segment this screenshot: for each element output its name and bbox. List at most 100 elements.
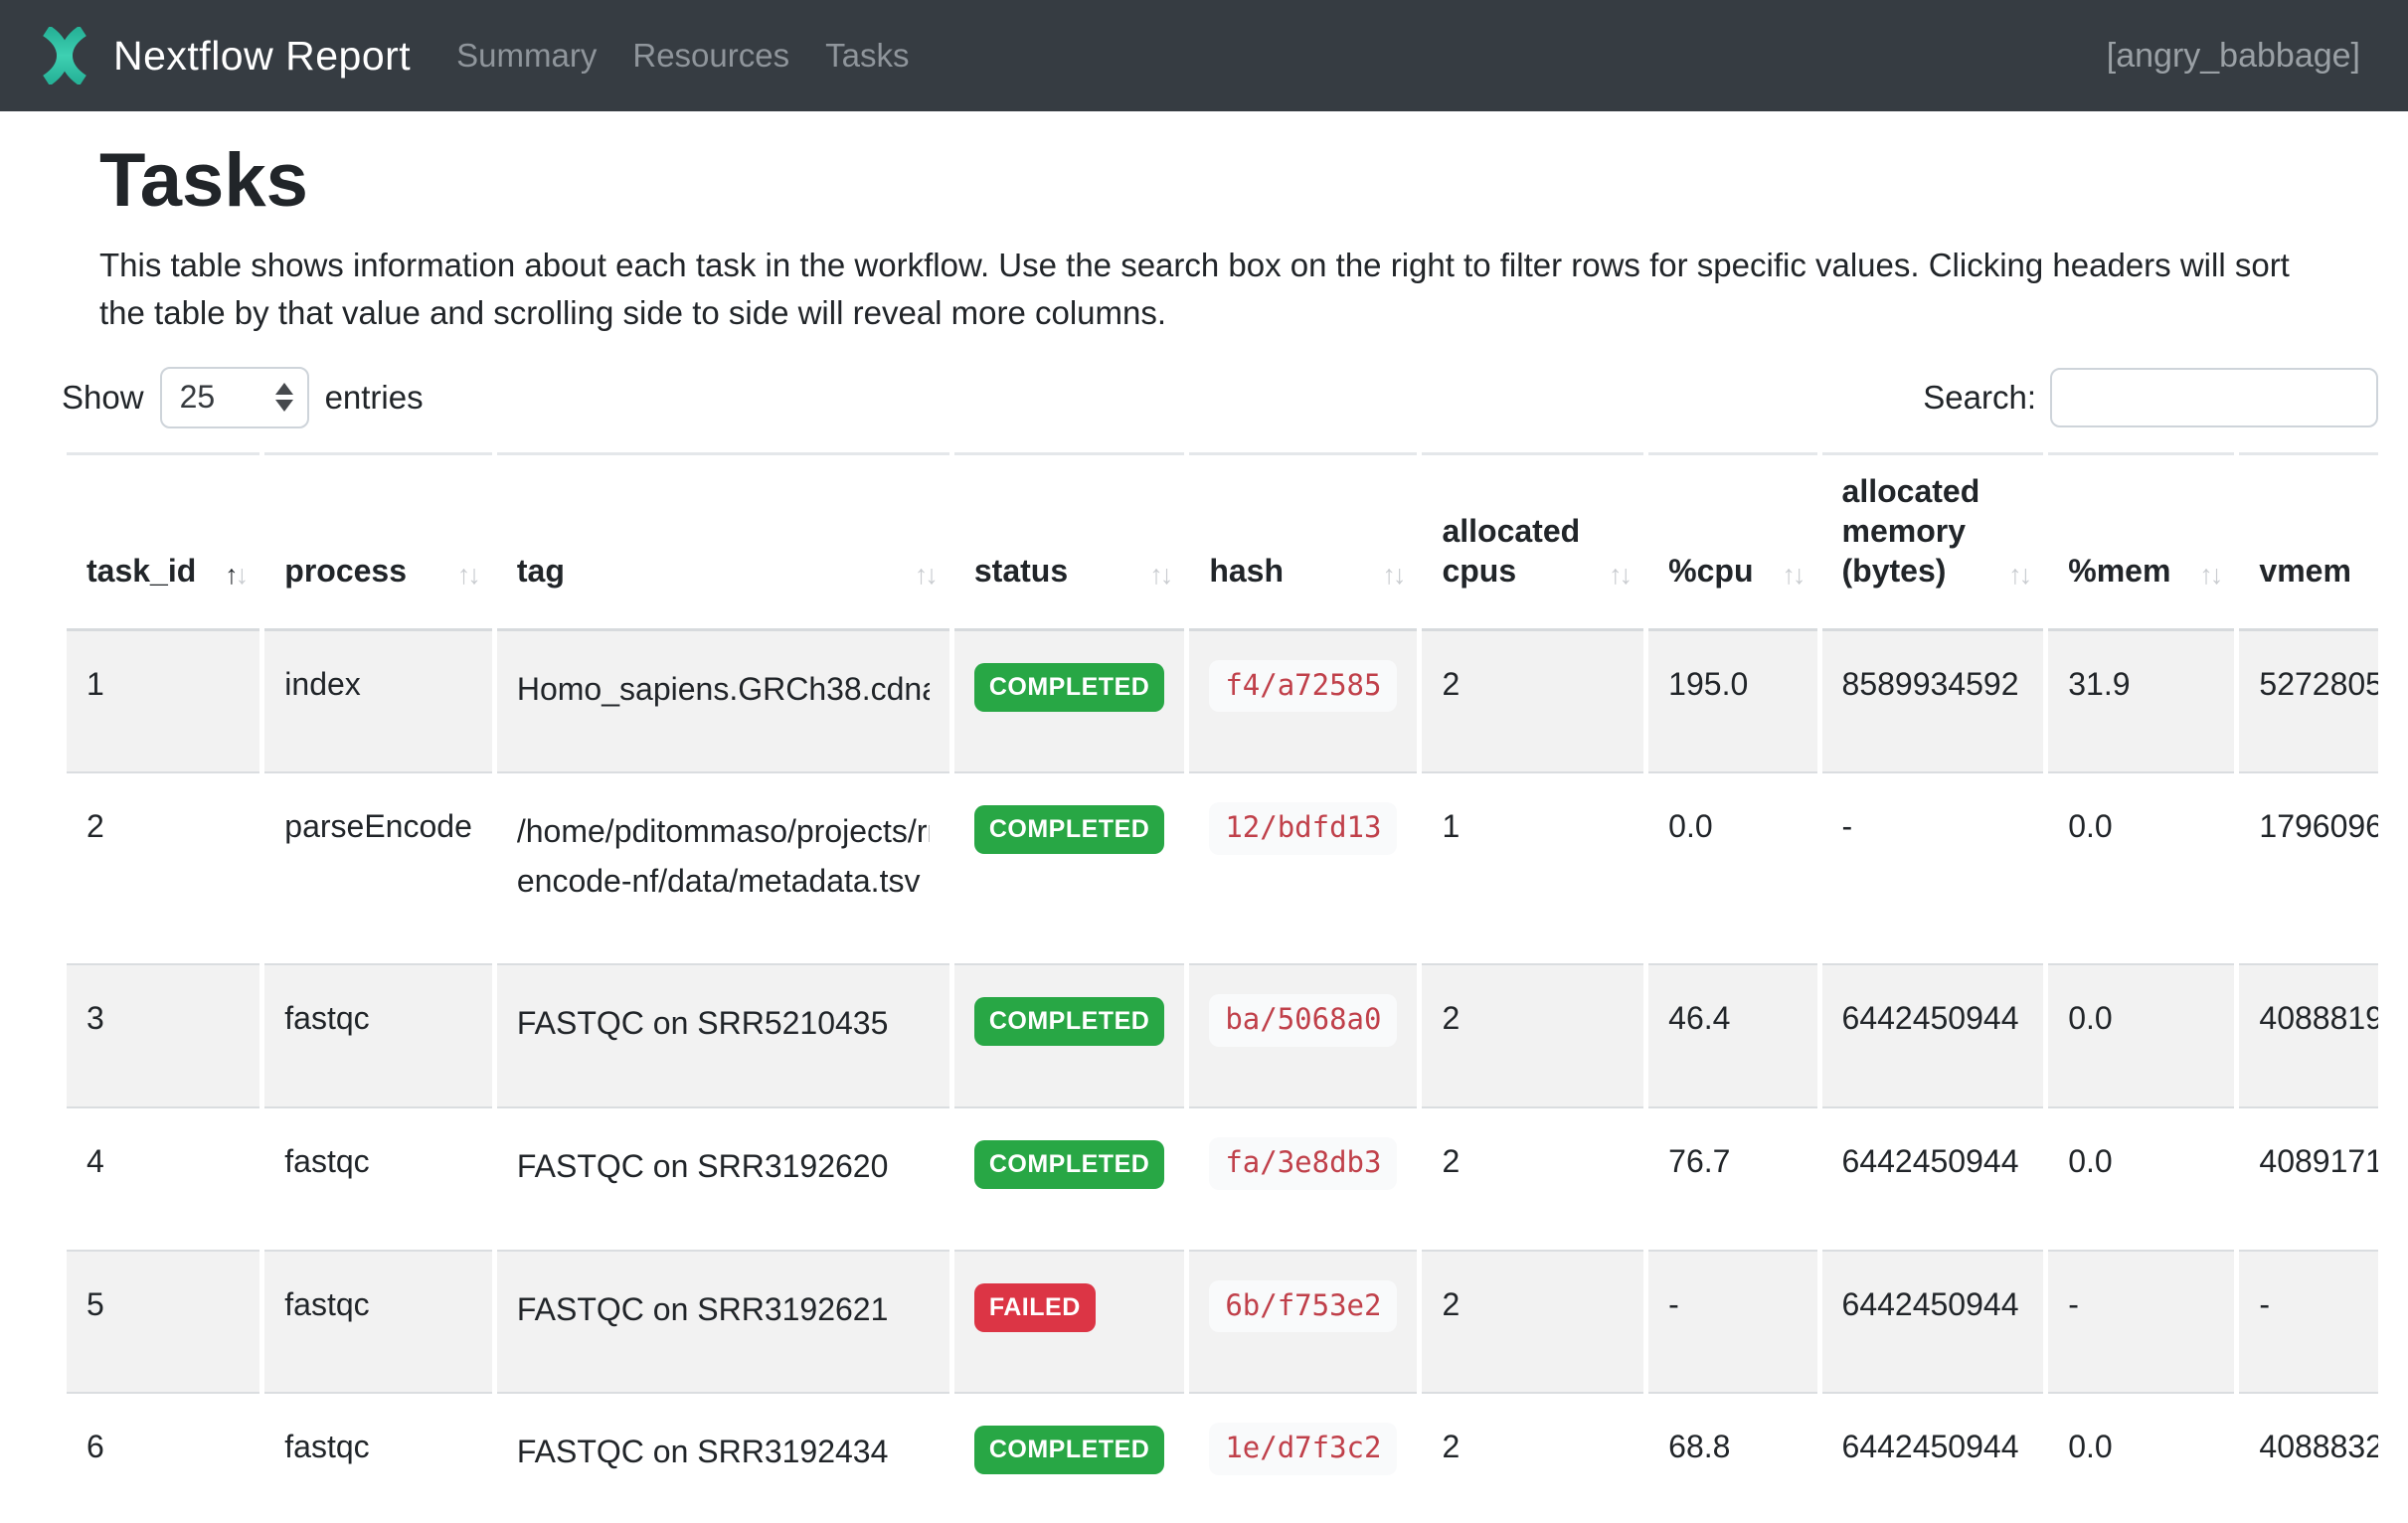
cell-vmem: 17960960 (2239, 773, 2378, 965)
cell-task_id: 6 (67, 1394, 259, 1523)
hash-code: f4/a72585 (1209, 660, 1397, 713)
navbar-brand[interactable]: Nextflow Report (34, 27, 411, 85)
cell-mem: - (1822, 773, 2044, 965)
cell-tag: FASTQC on SRR3192621 (497, 1252, 949, 1395)
sort-icons: ↑↓ (1783, 559, 1804, 592)
column-header-tag[interactable]: tag ↑↓ (497, 452, 949, 631)
cell-process: fastqc (264, 1252, 492, 1395)
tag-text: FASTQC on SRR3192620 (517, 1142, 930, 1192)
column-header-status[interactable]: status ↑↓ (954, 452, 1184, 631)
sort-icons: ↑↓ (915, 559, 936, 592)
nav-item-tasks[interactable]: Tasks (807, 27, 927, 85)
nav-item-resources[interactable]: Resources (614, 27, 807, 85)
column-label: process (284, 553, 407, 589)
cell-tag: FASTQC on SRR5210435 (497, 965, 949, 1108)
cell-tag: /home/pditommaso/projects/rnaseq-encode-… (497, 773, 949, 965)
app-title: Nextflow Report (113, 33, 411, 80)
column-label: hash (1209, 553, 1284, 589)
cell-pcpu: - (1648, 1252, 1816, 1395)
sort-icons: ↑↓ (225, 559, 246, 592)
tasks-table: task_id↑↓process↑↓tag↑↓status↑↓hash↑↓all… (62, 452, 2378, 1523)
column-header-hash[interactable]: hash ↑↓ (1189, 452, 1417, 631)
cell-hash: ba/5068a0 (1189, 965, 1417, 1108)
column-header-process[interactable]: process ↑↓ (264, 452, 492, 631)
sort-icons: ↑↓ (2008, 559, 2029, 592)
column-header-mem[interactable]: allocated memory (bytes) ↑↓ (1822, 452, 2044, 631)
table-controls: Show 25 entries Search: (62, 367, 2378, 428)
cell-mem: 6442450944 (1822, 1394, 2044, 1523)
cell-cpus: 2 (1422, 1394, 1643, 1523)
tag-text: FASTQC on SRR5210435 (517, 999, 930, 1049)
cell-mem: 8589934592 (1822, 631, 2044, 774)
nav-item-summary[interactable]: Summary (438, 27, 614, 85)
cell-task_id: 2 (67, 773, 259, 965)
cell-process: index (264, 631, 492, 774)
status-badge: COMPLETED (974, 805, 1164, 854)
cell-cpus: 2 (1422, 965, 1643, 1108)
column-label: status (974, 553, 1068, 589)
cell-hash: 12/bdfd13 (1189, 773, 1417, 965)
tasks-table-wrapper[interactable]: task_id↑↓process↑↓tag↑↓status↑↓hash↑↓all… (62, 452, 2378, 1523)
page-description: This table shows information about each … (99, 242, 2336, 337)
cell-task_id: 4 (67, 1108, 259, 1252)
tag-text: FASTQC on SRR3192621 (517, 1285, 930, 1335)
table-row: 3fastqcFASTQC on SRR5210435COMPLETEDba/5… (67, 965, 2378, 1108)
cell-pmem: 0.0 (2048, 773, 2234, 965)
column-header-cpus[interactable]: allocated cpus↑↓ (1422, 452, 1643, 631)
cell-pmem: 31.9 (2048, 631, 2234, 774)
cell-pmem: 0.0 (2048, 965, 2234, 1108)
column-header-task_id[interactable]: task_id↑↓ (67, 452, 259, 631)
hash-code: 6b/f753e2 (1209, 1280, 1397, 1333)
cell-process: fastqc (264, 1394, 492, 1523)
status-badge: FAILED (974, 1283, 1096, 1332)
cell-pmem: 0.0 (2048, 1394, 2234, 1523)
table-row: 2parseEncode/home/pditommaso/projects/rn… (67, 773, 2378, 965)
cell-mem: 6442450944 (1822, 965, 2044, 1108)
main-content: Tasks This table shows information about… (0, 137, 2408, 1523)
cell-pcpu: 68.8 (1648, 1394, 1816, 1523)
cell-cpus: 1 (1422, 773, 1643, 965)
hash-code: fa/3e8db3 (1209, 1137, 1397, 1190)
cell-process: fastqc (264, 1108, 492, 1252)
sort-icons: ↑↓ (2199, 559, 2220, 592)
tag-text: FASTQC on SRR3192434 (517, 1428, 930, 1477)
search-input[interactable] (2050, 368, 2378, 427)
column-label: %mem (2068, 553, 2170, 589)
column-label: vmem (2259, 553, 2351, 589)
status-badge: COMPLETED (974, 663, 1164, 712)
column-header-pmem[interactable]: %mem ↑↓ (2048, 452, 2234, 631)
search-control: Search: (1923, 368, 2378, 427)
cell-vmem: - (2239, 1252, 2378, 1395)
top-navbar: Nextflow Report Summary Resources Tasks … (0, 0, 2408, 111)
cell-status: COMPLETED (954, 773, 1184, 965)
cell-status: COMPLETED (954, 1394, 1184, 1523)
cell-hash: 1e/d7f3c2 (1189, 1394, 1417, 1523)
sort-icons: ↑↓ (1149, 559, 1170, 592)
search-label: Search: (1923, 379, 2036, 417)
page-length-value: 25 (180, 379, 216, 416)
column-label: allocated memory (bytes) (1842, 473, 1980, 589)
page-length-select[interactable]: 25 (160, 367, 309, 428)
status-badge: COMPLETED (974, 1426, 1164, 1474)
sort-icons: ↑↓ (457, 559, 478, 592)
hash-code: ba/5068a0 (1209, 994, 1397, 1047)
column-header-pcpu[interactable]: %cpu↑↓ (1648, 452, 1816, 631)
column-label: allocated cpus (1442, 513, 1580, 589)
cell-task_id: 5 (67, 1252, 259, 1395)
hash-code: 1e/d7f3c2 (1209, 1423, 1397, 1475)
cell-vmem: 4088832000 (2239, 1394, 2378, 1523)
cell-pcpu: 76.7 (1648, 1108, 1816, 1252)
cell-vmem: 4089171968 (2239, 1108, 2378, 1252)
column-header-vmem[interactable]: vmem↑↓ (2239, 452, 2378, 631)
cell-mem: 6442450944 (1822, 1108, 2044, 1252)
cell-process: fastqc (264, 965, 492, 1108)
cell-tag: FASTQC on SRR3192620 (497, 1108, 949, 1252)
entries-label: entries (325, 379, 424, 417)
sort-icons: ↑↓ (1382, 559, 1403, 592)
column-label: tag (517, 553, 565, 589)
nextflow-logo-icon (34, 27, 95, 85)
cell-cpus: 2 (1422, 631, 1643, 774)
cell-task_id: 3 (67, 965, 259, 1108)
cell-pcpu: 46.4 (1648, 965, 1816, 1108)
cell-hash: 6b/f753e2 (1189, 1252, 1417, 1395)
